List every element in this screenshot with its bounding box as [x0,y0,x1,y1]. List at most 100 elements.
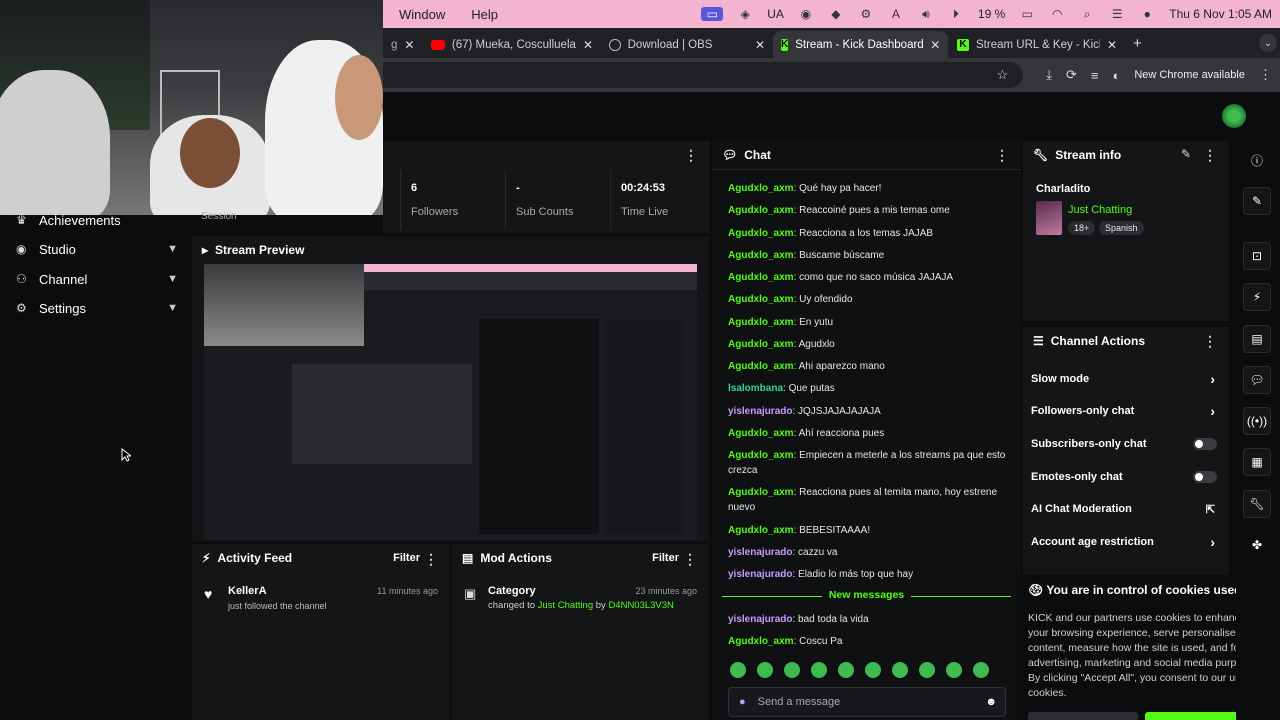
sidebar-item-studio[interactable]: ◉ Studio ▼ [16,238,178,260]
chat-username[interactable]: Agudxlo_axm [728,487,794,498]
kebab-menu-icon[interactable]: ⋮ [995,147,1009,164]
chat-message[interactable]: lsalombana: Que putas [728,381,1008,396]
channel-action-followers-only[interactable]: Followers-only chat › [1031,400,1221,422]
emote-icon[interactable] [784,662,800,678]
tab-kick-dashboard[interactable]: K Stream - Kick Dashboard ✕ [773,31,948,58]
extension-icon[interactable]: ⟳ [1066,67,1077,83]
control-center-icon[interactable]: ☰ [1109,7,1125,21]
shapes-icon[interactable]: ✤ [1243,531,1271,559]
battery-icon[interactable]: ▭ [1019,7,1035,21]
new-chrome-available-button[interactable]: New Chrome available [1134,69,1245,81]
chat-username[interactable]: yislenajurado [728,406,792,417]
chat-message[interactable]: yislenajurado: Eladio lo más top que hay [728,567,1008,582]
stream-category[interactable]: Just Chatting [1068,204,1132,216]
chat-message[interactable]: Agudxlo_axm: Reacciona pues al temita ma… [728,485,1008,515]
chat-message[interactable]: Agudxlo_axm: Reaccoiné pues a mis temas … [728,203,1008,218]
emote-icon[interactable] [919,662,935,678]
chat-message[interactable]: Agudxlo_axm: Buscame búscame [728,248,1008,263]
download-icon[interactable]: ⤓ [1046,67,1052,83]
chat-username[interactable]: Agudxlo_axm [728,228,794,239]
chat-message[interactable]: Agudxlo_axm: Ahi aparezco mano [728,359,1008,374]
diamond-icon[interactable]: ◆ [828,7,844,21]
tab-kick-stream-key[interactable]: K Stream URL & Key - Kick Das ✕ [949,31,1129,58]
chat-username[interactable]: yislenajurado [728,614,792,625]
info-icon[interactable]: ⓘ [1243,146,1271,174]
mod-entry-user[interactable]: D4NN03L3V3N [608,600,673,611]
chat-message[interactable]: yislenajurado: bad toda la vida [728,612,1008,627]
document-icon[interactable]: ▤ [1243,325,1271,353]
layout-icon[interactable]: ▦ [1243,448,1271,476]
volume-icon[interactable]: 🔊︎ [918,7,934,21]
chat-message-input[interactable]: ● Send a message ☻ [728,687,1006,717]
tab-close-icon[interactable]: ✕ [583,38,593,52]
chrome-menu-icon[interactable]: ⋮ [1259,67,1272,83]
address-bar[interactable] [383,62,1023,88]
filter-button[interactable]: Filter [393,552,420,564]
lightning-icon[interactable]: ⚡︎ [1243,283,1271,311]
text-icon[interactable]: A [888,7,904,21]
chat-message[interactable]: Agudxlo_axm: Ahí reacciona pues [728,426,1008,441]
tab-close-icon[interactable]: ✕ [755,38,765,52]
chat-message[interactable]: Agudxlo_axm: Reacciona a los temas JAJAB [728,226,1008,241]
chat-message[interactable]: yislenajurado: JQJSJAJAJAJAJA [728,404,1008,419]
chat-message[interactable]: Agudxlo_axm: Empiecen a meterle a los st… [728,448,1008,478]
chat-username[interactable]: lsalombana [728,383,783,394]
profile-icon[interactable]: ◐ [1112,68,1120,83]
chat-bubble-icon[interactable]: 💬︎ [1243,366,1271,394]
siri-icon[interactable]: ● [1139,7,1155,21]
media-icon[interactable]: ≡ [1091,68,1099,83]
emoji-icon[interactable]: ☻ [985,696,997,708]
menu-help[interactable]: Help [471,7,498,22]
menu-window[interactable]: Window [399,7,445,22]
wrench-icon[interactable]: 🔧︎ [1243,490,1271,518]
sidebar-item-channel[interactable]: ⚇ Channel ▼ [16,268,178,290]
cookie-settings-button[interactable] [1028,712,1138,720]
filter-button[interactable]: Filter [652,552,679,564]
channel-action-account-age[interactable]: Account age restriction › [1031,531,1221,553]
gpu-icon[interactable]: ◈ [737,7,753,21]
channel-action-ai-moderation[interactable]: AI Chat Moderation ⇱ [1031,498,1221,520]
emote-icon[interactable] [730,662,746,678]
new-tab-button[interactable]: + [1133,35,1142,52]
kebab-menu-icon[interactable]: ⋮ [424,551,438,568]
chat-message[interactable]: Agudxlo_axm: Uy ofendido [728,292,1008,307]
channel-action-slow-mode[interactable]: Slow mode › [1031,368,1221,390]
chat-username[interactable]: Agudxlo_axm [728,272,794,283]
channel-action-emotes-only[interactable]: Emotes-only chat [1031,466,1221,488]
chat-username[interactable]: Agudxlo_axm [728,205,794,216]
emote-icon[interactable] [811,662,827,678]
chat-message[interactable]: Agudxlo_axm: como que no saco música JAJ… [728,270,1008,285]
input-language[interactable]: UA [767,7,784,21]
emote-icon[interactable] [757,662,773,678]
chat-message[interactable]: Agudxlo_axm: BEBESITAAAA! [728,523,1008,538]
channel-action-subscribers-only[interactable]: Subscribers-only chat [1031,433,1221,455]
broadcast-icon[interactable]: ((•)) [1243,407,1271,435]
search-icon[interactable]: ⌕ [1079,7,1095,21]
chat-username[interactable]: Agudxlo_axm [728,525,794,536]
tab-partial[interactable]: g ✕ [383,31,423,58]
sidebar-item-achievements[interactable]: ♛ Achievements [16,209,178,231]
screen-record-icon[interactable]: ▭ [701,7,724,21]
stream-preview-video[interactable] [204,264,697,540]
clock[interactable]: Thu 6 Nov 1:05 AM [1169,7,1272,21]
chat-message[interactable]: yislenajurado: cazzu va [728,545,1008,560]
tab-youtube[interactable]: (67) Mueka, Cosculluela - Di ✕ [423,31,601,58]
play-icon[interactable]: ⏵ [948,7,964,21]
wifi-icon[interactable]: ◠ [1049,7,1065,21]
chat-username[interactable]: Agudxlo_axm [728,183,794,194]
bookmark-star-icon[interactable]: ☆ [997,67,1009,83]
chat-message[interactable]: Agudxlo_axm: Coscu Pa [728,634,1008,649]
tab-close-icon[interactable]: ✕ [404,38,414,52]
edit-pencil-icon[interactable]: ✎ [1243,187,1271,215]
kebab-menu-icon[interactable]: ⋮ [1203,333,1217,350]
chat-username[interactable]: Agudxlo_axm [728,428,794,439]
kebab-menu-icon[interactable]: ⋮ [683,551,697,568]
emote-icon[interactable] [892,662,908,678]
battery-percent[interactable]: 19 % [978,7,1005,21]
edit-pencil-icon[interactable]: ✎ [1181,147,1191,161]
compass-icon[interactable]: ◉ [798,7,814,21]
chat-username[interactable]: Agudxlo_axm [728,294,794,305]
chat-username[interactable]: Agudxlo_axm [728,250,794,261]
chat-message[interactable]: Agudxlo_axm: Agudxlo [728,337,1008,352]
chat-username[interactable]: Agudxlo_axm [728,636,794,647]
